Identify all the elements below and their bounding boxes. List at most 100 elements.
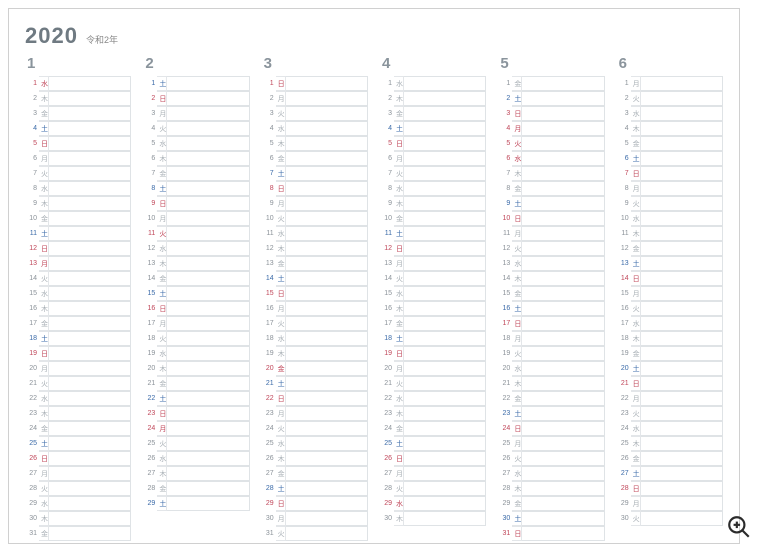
day-weekday: 金	[512, 181, 522, 196]
day-weekday: 月	[512, 331, 522, 346]
month-column: 51金2土3日4月5火6水7木8金9土10日11月12火13水14木15金16土…	[498, 55, 604, 541]
day-cell	[522, 481, 604, 496]
day-row: 22土	[143, 391, 249, 406]
day-weekday: 水	[631, 316, 641, 331]
day-weekday: 木	[394, 511, 404, 526]
day-weekday: 土	[157, 76, 167, 91]
day-cell	[49, 91, 131, 106]
day-number: 26	[25, 451, 39, 466]
day-number: 28	[498, 481, 512, 496]
day-cell	[167, 421, 249, 436]
day-weekday: 日	[631, 271, 641, 286]
day-row: 8日	[262, 181, 368, 196]
day-row: 6金	[262, 151, 368, 166]
day-cell	[49, 526, 131, 541]
day-weekday: 水	[631, 211, 641, 226]
day-row: 9日	[143, 196, 249, 211]
day-weekday: 火	[157, 436, 167, 451]
day-row: 29水	[380, 496, 486, 511]
day-cell	[286, 406, 368, 421]
day-row: 13水	[498, 256, 604, 271]
day-row: 9土	[498, 196, 604, 211]
zoom-button[interactable]	[725, 514, 753, 542]
day-weekday: 火	[631, 511, 641, 526]
day-cell	[49, 271, 131, 286]
day-number: 3	[617, 106, 631, 121]
day-weekday: 日	[512, 316, 522, 331]
day-cell	[49, 196, 131, 211]
day-row: 16木	[380, 301, 486, 316]
day-row: 18土	[380, 331, 486, 346]
day-cell	[286, 421, 368, 436]
day-cell	[522, 151, 604, 166]
day-weekday: 木	[276, 346, 286, 361]
day-cell	[522, 196, 604, 211]
day-number: 7	[262, 166, 276, 181]
day-row: 28土	[262, 481, 368, 496]
day-weekday: 土	[157, 391, 167, 406]
day-number: 8	[617, 181, 631, 196]
day-number: 31	[498, 526, 512, 541]
day-weekday: 水	[512, 361, 522, 376]
day-row: 23日	[143, 406, 249, 421]
day-row: 21日	[617, 376, 723, 391]
day-number: 4	[262, 121, 276, 136]
day-weekday: 水	[394, 286, 404, 301]
day-cell	[167, 286, 249, 301]
day-weekday: 火	[394, 376, 404, 391]
day-weekday: 火	[39, 481, 49, 496]
day-weekday: 日	[157, 406, 167, 421]
day-cell	[641, 181, 723, 196]
day-number: 1	[143, 76, 157, 91]
day-weekday: 土	[512, 196, 522, 211]
day-cell	[49, 451, 131, 466]
day-row: 27土	[617, 466, 723, 481]
day-number: 23	[25, 406, 39, 421]
day-cell	[522, 106, 604, 121]
day-cell	[286, 301, 368, 316]
day-row: 11土	[25, 226, 131, 241]
day-cell	[167, 391, 249, 406]
day-weekday: 月	[157, 211, 167, 226]
day-weekday: 木	[394, 196, 404, 211]
day-row: 31火	[262, 526, 368, 541]
day-row: 20月	[25, 361, 131, 376]
day-weekday: 木	[157, 151, 167, 166]
day-weekday: 木	[276, 136, 286, 151]
day-row: 2木	[380, 91, 486, 106]
day-row: 20木	[143, 361, 249, 376]
day-weekday: 月	[276, 91, 286, 106]
day-number: 24	[25, 421, 39, 436]
day-cell	[522, 91, 604, 106]
day-number: 15	[380, 286, 394, 301]
day-row: 2土	[498, 91, 604, 106]
day-number: 5	[617, 136, 631, 151]
day-number: 5	[25, 136, 39, 151]
day-weekday: 水	[394, 391, 404, 406]
day-weekday: 木	[394, 91, 404, 106]
day-number: 11	[25, 226, 39, 241]
day-weekday: 金	[512, 286, 522, 301]
day-weekday: 火	[276, 106, 286, 121]
day-number: 30	[498, 511, 512, 526]
day-number: 10	[380, 211, 394, 226]
day-weekday: 木	[631, 226, 641, 241]
day-row: 4土	[380, 121, 486, 136]
day-number: 15	[617, 286, 631, 301]
day-number: 20	[262, 361, 276, 376]
day-row: 23火	[617, 406, 723, 421]
day-weekday: 木	[39, 301, 49, 316]
day-weekday: 月	[394, 256, 404, 271]
day-weekday: 火	[276, 526, 286, 541]
day-number: 12	[498, 241, 512, 256]
day-row: 1水	[380, 76, 486, 91]
day-row: 24水	[617, 421, 723, 436]
day-row: 9月	[262, 196, 368, 211]
day-cell	[286, 436, 368, 451]
day-row: 29日	[262, 496, 368, 511]
day-number: 21	[25, 376, 39, 391]
day-number: 14	[143, 271, 157, 286]
day-row: 27月	[380, 466, 486, 481]
day-row: 24金	[380, 421, 486, 436]
day-cell	[522, 511, 604, 526]
